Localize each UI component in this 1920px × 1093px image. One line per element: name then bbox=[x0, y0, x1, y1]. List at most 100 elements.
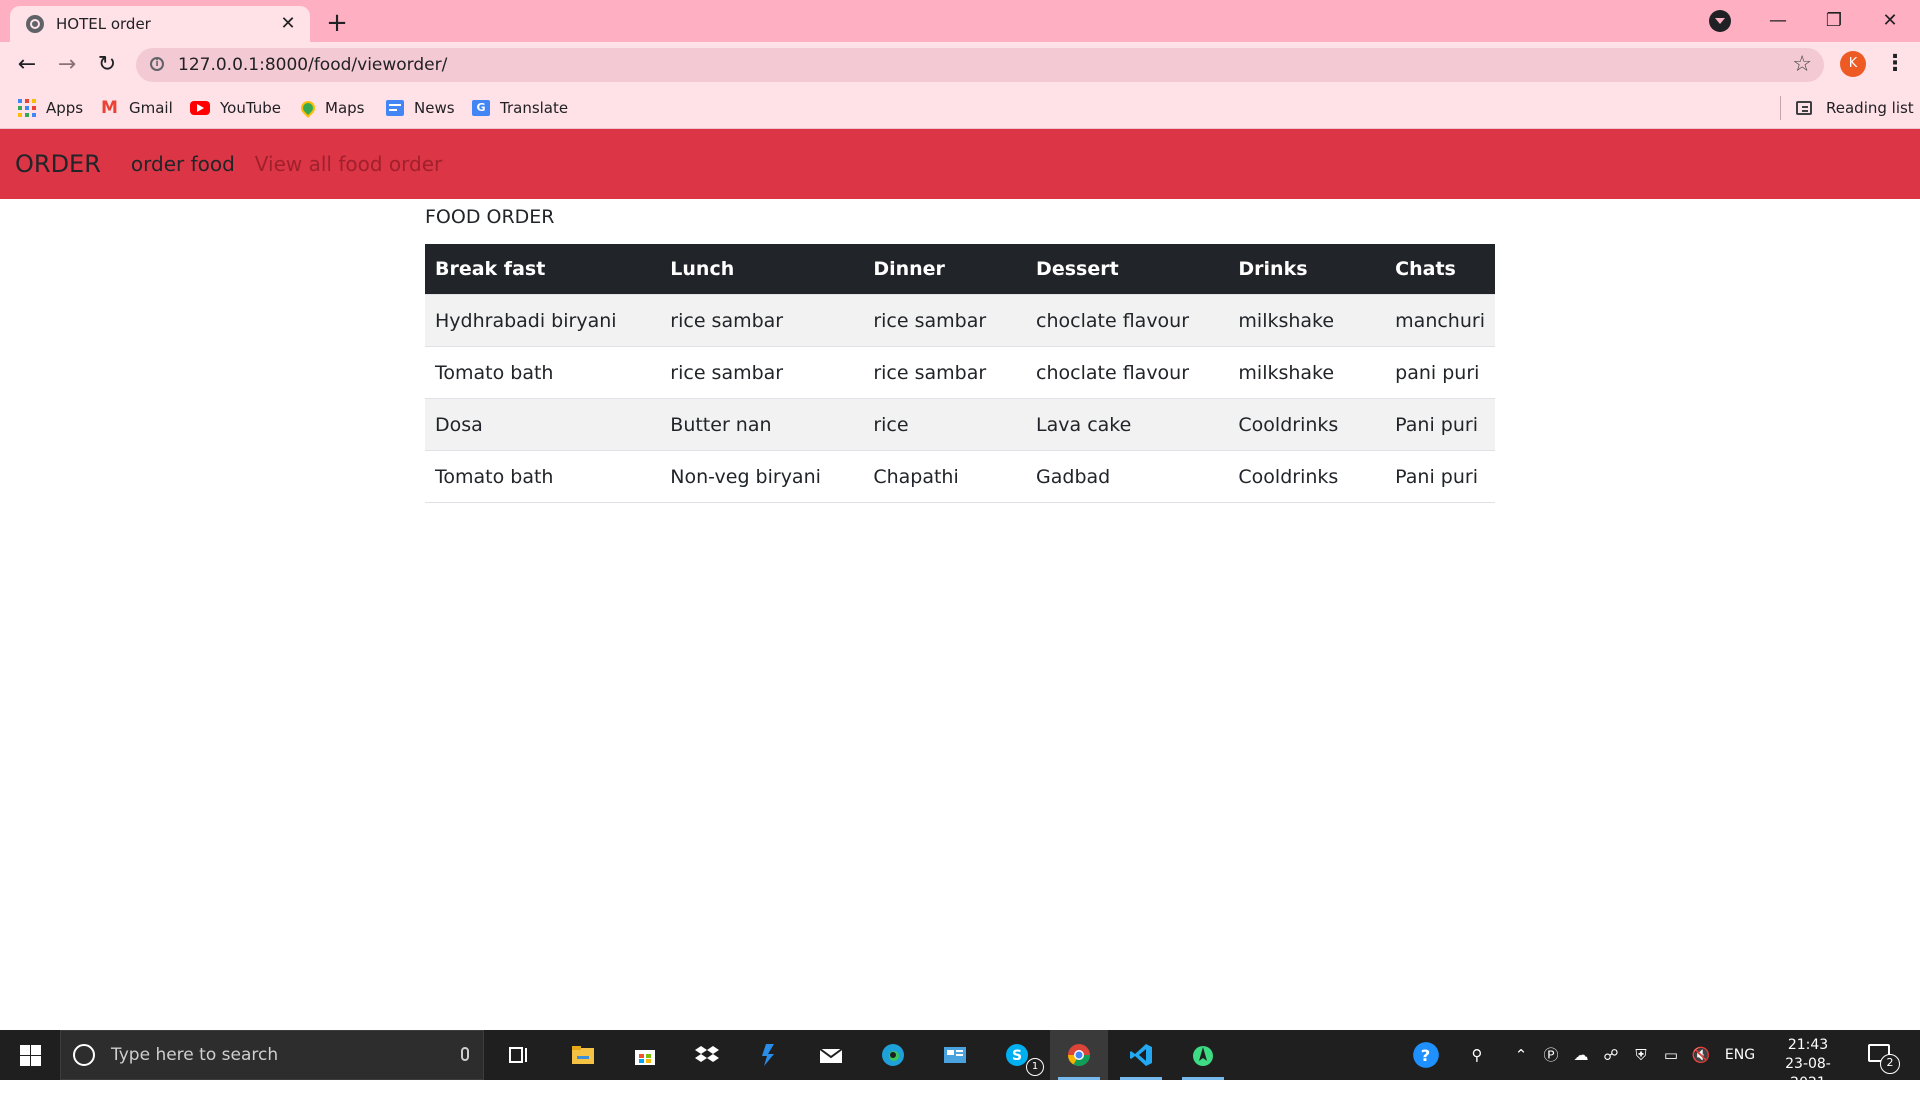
column-header-breakfast: Break fast bbox=[425, 244, 661, 295]
table-row: Tomato bath rice sambar rice sambar choc… bbox=[425, 346, 1495, 399]
volume-muted-icon[interactable]: 🔇 bbox=[1688, 1030, 1714, 1080]
table-cell: rice sambar bbox=[660, 294, 864, 347]
bookmark-label: Apps bbox=[46, 99, 84, 117]
tab-search-icon[interactable] bbox=[1709, 10, 1731, 32]
start-button[interactable] bbox=[0, 1030, 60, 1080]
new-tab-button[interactable]: + bbox=[322, 8, 352, 38]
cloud-sync-icon[interactable]: ☁ bbox=[1568, 1030, 1594, 1080]
address-bar[interactable]: i 127.0.0.1:8000/food/vieworder/ ☆ bbox=[136, 48, 1824, 82]
tab-title: HOTEL order bbox=[56, 15, 151, 33]
dropbox-button[interactable] bbox=[678, 1030, 736, 1080]
table-cell: Tomato bath bbox=[425, 346, 661, 399]
security-shield-icon[interactable]: ⛨ bbox=[1628, 1030, 1654, 1080]
mail-envelope-icon bbox=[819, 1048, 843, 1063]
reload-icon[interactable]: ↻ bbox=[91, 49, 123, 81]
restore-button[interactable]: ❐ bbox=[1806, 4, 1862, 38]
table-cell: rice sambar bbox=[863, 294, 1027, 347]
table-cell: pani puri bbox=[1385, 346, 1495, 399]
forward-arrow-icon[interactable]: → bbox=[51, 49, 83, 81]
table-cell: manchuri bbox=[1385, 294, 1495, 347]
store-bag-icon bbox=[635, 1050, 655, 1065]
table-cell: Butter nan bbox=[660, 398, 864, 451]
task-view-icon bbox=[509, 1047, 527, 1063]
bookmark-apps[interactable]: Apps bbox=[18, 88, 83, 128]
chrome-button[interactable] bbox=[1050, 1030, 1108, 1080]
windows-taskbar: Type here to search S 1 ? ⚲ ⌃ Ⓟ ☁ ☍ ⛨ ▭ … bbox=[0, 1030, 1920, 1091]
nav-link-view-all-orders[interactable]: View all food order bbox=[255, 152, 442, 176]
svg-text:?: ? bbox=[1421, 1046, 1430, 1065]
taskbar-search-box[interactable]: Type here to search bbox=[60, 1030, 484, 1080]
browser-tab[interactable]: HOTEL order ✕ bbox=[10, 6, 310, 42]
bookmark-translate[interactable]: G Translate bbox=[472, 88, 568, 128]
nav-link-order-food[interactable]: order food bbox=[131, 152, 235, 176]
vscode-icon bbox=[1130, 1044, 1152, 1066]
table-cell: Cooldrinks bbox=[1228, 450, 1386, 503]
main-content: FOOD ORDER Break fast Lunch Dinner Desse… bbox=[425, 199, 1495, 503]
language-indicator[interactable]: ENG bbox=[1720, 1030, 1760, 1080]
close-window-button[interactable]: ✕ bbox=[1862, 4, 1918, 38]
table-cell: Dosa bbox=[425, 398, 661, 451]
browser-menu-icon[interactable]: ⋮ bbox=[1884, 50, 1906, 78]
bookmark-youtube[interactable]: YouTube bbox=[190, 88, 281, 128]
food-order-table: Break fast Lunch Dinner Dessert Drinks C… bbox=[425, 244, 1495, 503]
browser-tab-strip: HOTEL order ✕ + — ❐ ✕ bbox=[0, 0, 1920, 42]
reading-list-label: Reading list bbox=[1826, 99, 1914, 117]
back-arrow-icon[interactable]: ← bbox=[11, 49, 43, 81]
skype-tray-icon[interactable]: Ⓟ bbox=[1538, 1030, 1564, 1080]
close-tab-icon[interactable]: ✕ bbox=[276, 12, 300, 36]
table-cell: Hydhrabadi biryani bbox=[425, 294, 661, 347]
file-explorer-button[interactable] bbox=[554, 1030, 612, 1080]
bookmark-maps[interactable]: Maps bbox=[298, 88, 364, 128]
bookmark-label: News bbox=[414, 99, 455, 117]
system-clock[interactable]: 21:43 23-08-2021 bbox=[1768, 1036, 1848, 1093]
table-cell: Non-veg biryani bbox=[660, 450, 864, 503]
azure-studio-button[interactable] bbox=[740, 1030, 798, 1080]
maps-icon bbox=[298, 98, 318, 118]
translate-icon: G bbox=[472, 100, 490, 116]
android-studio-button[interactable] bbox=[1174, 1030, 1232, 1080]
battery-icon[interactable]: ▭ bbox=[1658, 1030, 1684, 1080]
dropbox-icon bbox=[695, 1046, 719, 1062]
task-view-button[interactable] bbox=[490, 1030, 548, 1080]
windows-logo-icon bbox=[20, 1045, 30, 1055]
bookmark-label: YouTube bbox=[220, 99, 281, 117]
gmail-icon: M bbox=[101, 98, 118, 118]
folder-icon bbox=[572, 1046, 594, 1064]
lightning-icon bbox=[762, 1044, 774, 1066]
chevron-up-icon[interactable]: ⌃ bbox=[1508, 1030, 1534, 1080]
mail-button[interactable] bbox=[802, 1030, 860, 1080]
bookmark-gmail[interactable]: M Gmail bbox=[101, 88, 173, 128]
table-cell: rice bbox=[863, 398, 1027, 451]
microphone-icon[interactable] bbox=[461, 1047, 469, 1061]
table-cell: choclate flavour bbox=[1026, 294, 1229, 347]
minimize-button[interactable]: — bbox=[1750, 4, 1806, 38]
globe-icon bbox=[26, 15, 44, 33]
skype-badge: 1 bbox=[1026, 1058, 1044, 1076]
cortana-icon bbox=[73, 1044, 95, 1066]
notification-count-badge: 2 bbox=[1880, 1054, 1900, 1074]
microsoft-store-button[interactable] bbox=[616, 1030, 674, 1080]
url-text[interactable]: 127.0.0.1:8000/food/vieworder/ bbox=[178, 48, 447, 82]
bookmark-news[interactable]: News bbox=[386, 88, 455, 128]
news-icon bbox=[386, 100, 404, 116]
people-icon[interactable]: ⚲ bbox=[1460, 1030, 1494, 1080]
profile-avatar[interactable]: K bbox=[1840, 51, 1866, 77]
chrome-icon bbox=[1068, 1044, 1090, 1066]
table-cell: rice sambar bbox=[660, 346, 864, 399]
column-header-drinks: Drinks bbox=[1228, 244, 1386, 295]
bookmark-star-icon[interactable]: ☆ bbox=[1792, 52, 1812, 78]
table-row: Dosa Butter nan rice Lava cake Cooldrink… bbox=[425, 398, 1495, 451]
clock-time: 21:43 bbox=[1787, 1037, 1829, 1053]
reading-list-button[interactable]: Reading list bbox=[1782, 88, 1914, 128]
control-panel-button[interactable] bbox=[926, 1030, 984, 1080]
mcafee-icon[interactable]: ☍ bbox=[1598, 1030, 1624, 1080]
skype-button[interactable]: S 1 bbox=[988, 1030, 1046, 1080]
bookmark-label: Translate bbox=[500, 99, 569, 117]
site-info-icon[interactable]: i bbox=[150, 57, 164, 71]
help-icon[interactable]: ? bbox=[1408, 1030, 1444, 1080]
edge-button[interactable] bbox=[864, 1030, 922, 1080]
navbar-brand[interactable]: ORDER bbox=[15, 150, 101, 178]
vscode-button[interactable] bbox=[1112, 1030, 1170, 1080]
table-cell: Chapathi bbox=[863, 450, 1027, 503]
edge-browser-icon bbox=[882, 1044, 904, 1066]
